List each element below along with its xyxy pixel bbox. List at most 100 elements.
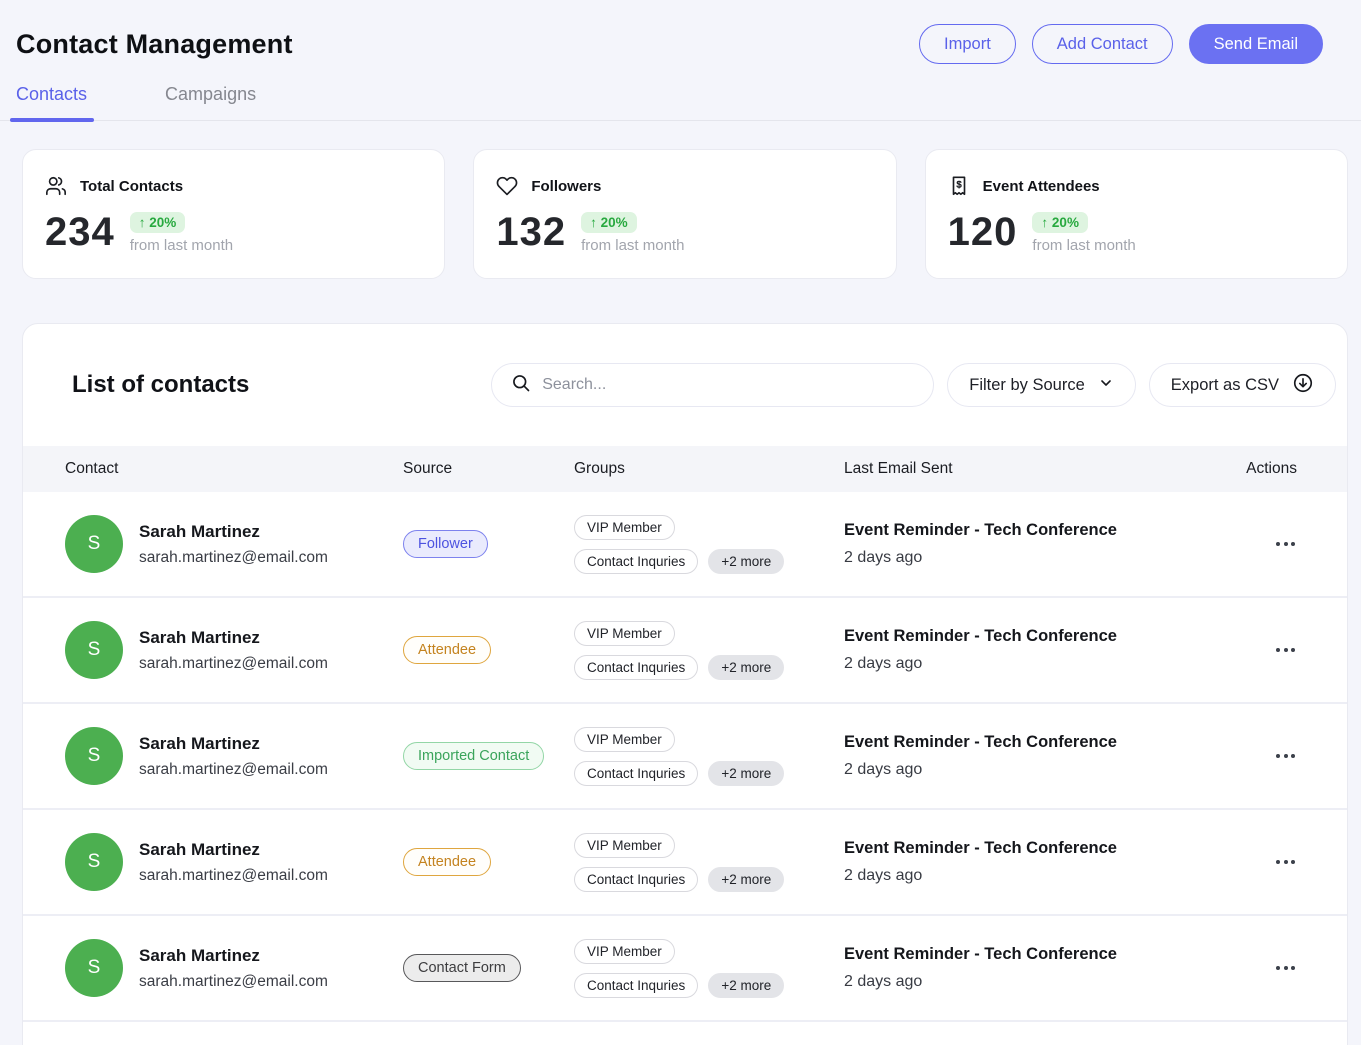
group-chip: Contact Inquries [574,549,698,574]
last-email-time: 2 days ago [844,655,1237,673]
receipt-dollar-icon: $ [948,175,970,197]
table-row: S Sarah Martinez sarah.martinez@email.co… [23,598,1347,704]
ellipsis-icon [1276,648,1280,652]
stats-row: Total Contacts 234 ↑ 20% from last month… [22,149,1348,279]
stat-card-total-contacts: Total Contacts 234 ↑ 20% from last month [22,149,445,279]
contact-email: sarah.martinez@email.com [139,549,328,567]
change-badge: ↑ 20% [581,212,637,233]
source-badge: Attendee [403,848,491,876]
heart-icon [496,175,518,197]
table-row: S Sarah Martinez sarah.martinez@email.co… [23,704,1347,810]
filter-by-source-button[interactable]: Filter by Source [947,363,1136,407]
last-email-subject: Event Reminder - Tech Conference [844,945,1237,964]
source-badge: Attendee [403,636,491,664]
group-chip: VIP Member [574,939,675,964]
avatar: S [65,939,123,997]
search-icon [511,373,531,398]
send-email-button[interactable]: Send Email [1189,24,1323,64]
source-badge: Follower [403,530,488,558]
more-groups-chip[interactable]: +2 more [708,761,784,786]
stat-label: Followers [531,178,601,195]
last-email-time: 2 days ago [844,761,1237,779]
stat-value: 120 [948,210,1018,255]
stat-card-followers: Followers 132 ↑ 20% from last month [473,149,896,279]
stat-card-event-attendees: $ Event Attendees 120 ↑ 20% from last mo… [925,149,1348,279]
avatar: S [65,727,123,785]
chevron-down-icon [1098,375,1114,396]
import-button[interactable]: Import [919,24,1016,64]
up-arrow-icon: ↑ [139,215,146,230]
column-header-source: Source [403,460,574,478]
avatar: S [65,515,123,573]
ellipsis-icon [1276,860,1280,864]
search-input[interactable] [542,376,914,394]
page-title: Contact Management [16,29,293,60]
change-badge: ↑ 20% [130,212,186,233]
up-arrow-icon: ↑ [1041,215,1048,230]
ellipsis-icon [1276,754,1280,758]
contact-name: Sarah Martinez [139,522,328,542]
contact-name: Sarah Martinez [139,946,328,966]
contact-name: Sarah Martinez [139,840,328,860]
contact-name: Sarah Martinez [139,734,328,754]
row-actions-button[interactable] [1274,534,1297,554]
change-note: from last month [1032,237,1135,254]
avatar: S [65,621,123,679]
ellipsis-icon [1276,542,1280,546]
svg-text:$: $ [956,179,961,189]
group-chip: Contact Inquries [574,867,698,892]
top-bar: Contact Management Import Add Contact Se… [0,0,1361,64]
source-badge: Contact Form [403,954,521,982]
more-groups-chip[interactable]: +2 more [708,867,784,892]
up-arrow-icon: ↑ [590,215,597,230]
table-row: S Sarah Martinez sarah.martinez@email.co… [23,916,1347,1022]
download-icon [1292,372,1314,399]
header-actions: Import Add Contact Send Email [919,24,1323,64]
more-groups-chip[interactable]: +2 more [708,549,784,574]
last-email-subject: Event Reminder - Tech Conference [844,733,1237,752]
panel-header: List of contacts Filter by Source Export… [23,324,1347,446]
table-row: S Sarah Martinez sarah.martinez@email.co… [23,810,1347,916]
panel-title: List of contacts [72,371,249,399]
tab-campaigns[interactable]: Campaigns [165,84,256,120]
search-bar [491,363,934,407]
group-chip: Contact Inquries [574,761,698,786]
last-email-time: 2 days ago [844,549,1237,567]
tab-bar: Contacts Campaigns [0,84,1361,121]
avatar: S [65,833,123,891]
stat-label: Total Contacts [80,178,183,195]
source-badge: Imported Contact [403,742,544,770]
column-header-last-email: Last Email Sent [844,460,1237,478]
row-actions-button[interactable] [1274,640,1297,660]
change-badge: ↑ 20% [1032,212,1088,233]
group-chip: VIP Member [574,727,675,752]
last-email-subject: Event Reminder - Tech Conference [844,627,1237,646]
column-header-actions: Actions [1237,460,1297,478]
change-note: from last month [130,237,233,254]
add-contact-button[interactable]: Add Contact [1032,24,1173,64]
tab-contacts[interactable]: Contacts [16,84,87,120]
contact-email: sarah.martinez@email.com [139,761,328,779]
contacts-panel: List of contacts Filter by Source Export… [22,323,1348,1045]
more-groups-chip[interactable]: +2 more [708,973,784,998]
last-email-subject: Event Reminder - Tech Conference [844,521,1237,540]
last-email-time: 2 days ago [844,973,1237,991]
table-header: Contact Source Groups Last Email Sent Ac… [23,446,1347,492]
row-actions-button[interactable] [1274,958,1297,978]
stat-value: 234 [45,210,115,255]
group-chip: VIP Member [574,621,675,646]
row-actions-button[interactable] [1274,852,1297,872]
more-groups-chip[interactable]: +2 more [708,655,784,680]
column-header-groups: Groups [574,460,844,478]
contact-email: sarah.martinez@email.com [139,867,328,885]
row-actions-button[interactable] [1274,746,1297,766]
users-icon [45,175,67,197]
group-chip: VIP Member [574,833,675,858]
contact-email: sarah.martinez@email.com [139,655,328,673]
last-email-time: 2 days ago [844,867,1237,885]
ellipsis-icon [1276,966,1280,970]
column-header-contact: Contact [65,460,403,478]
table-row: S Sarah Martinez sarah.martinez@email.co… [23,492,1347,598]
export-csv-button[interactable]: Export as CSV [1149,363,1336,407]
group-chip: VIP Member [574,515,675,540]
